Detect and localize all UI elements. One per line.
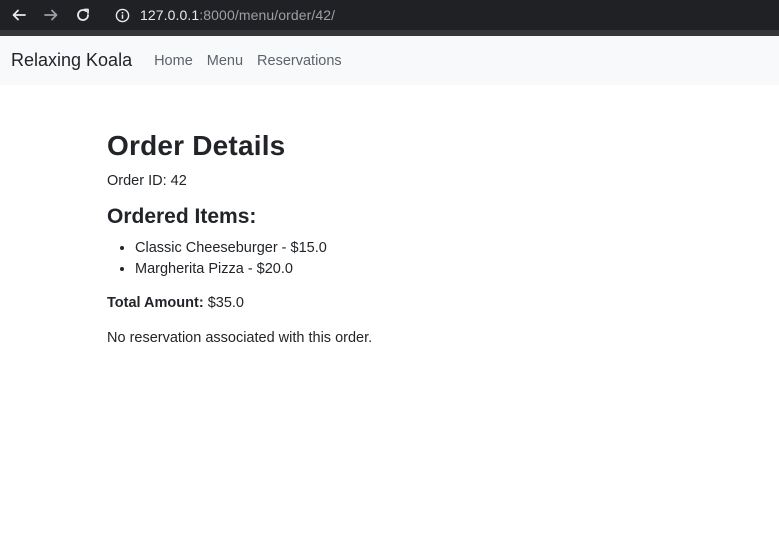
nav-link-reservations[interactable]: Reservations bbox=[257, 53, 342, 69]
url-host: 127.0.0.1 bbox=[140, 7, 200, 23]
site-navbar: Relaxing Koala Home Menu Reservations bbox=[0, 36, 779, 85]
ordered-items-list: Classic Cheeseburger - $15.0 Margherita … bbox=[107, 238, 667, 280]
page-title: Order Details bbox=[107, 130, 286, 161]
reload-button[interactable] bbox=[72, 4, 94, 26]
info-icon[interactable] bbox=[112, 5, 132, 25]
reload-icon bbox=[77, 8, 89, 21]
total-amount: Total Amount: $35.0 bbox=[107, 294, 667, 312]
nav-link-menu[interactable]: Menu bbox=[207, 53, 243, 69]
total-value: $35.0 bbox=[207, 295, 244, 311]
address-bar[interactable]: 127.0.0.1:8000/menu/order/42/ bbox=[108, 2, 779, 28]
arrow-right-icon bbox=[44, 9, 58, 21]
browser-toolbar: 127.0.0.1:8000/menu/order/42/ bbox=[0, 0, 779, 36]
brand-link[interactable]: Relaxing Koala bbox=[11, 50, 132, 71]
url-path: :8000/menu/order/42/ bbox=[199, 7, 336, 23]
forward-button[interactable] bbox=[40, 4, 62, 26]
total-label: Total Amount: bbox=[107, 295, 204, 311]
arrow-left-icon bbox=[12, 9, 26, 21]
ordered-items-heading: Ordered Items: bbox=[107, 205, 257, 228]
back-button[interactable] bbox=[8, 4, 30, 26]
order-details-content: Order Details Order ID: 42 Ordered Items… bbox=[107, 128, 667, 347]
reservation-note: No reservation associated with this orde… bbox=[107, 330, 373, 346]
nav-link-home[interactable]: Home bbox=[154, 53, 193, 69]
order-id: Order ID: 42 bbox=[107, 173, 187, 189]
url-text: 127.0.0.1:8000/menu/order/42/ bbox=[140, 7, 335, 23]
list-item: Classic Cheeseburger - $15.0 bbox=[135, 238, 667, 259]
list-item: Margherita Pizza - $20.0 bbox=[135, 259, 667, 280]
